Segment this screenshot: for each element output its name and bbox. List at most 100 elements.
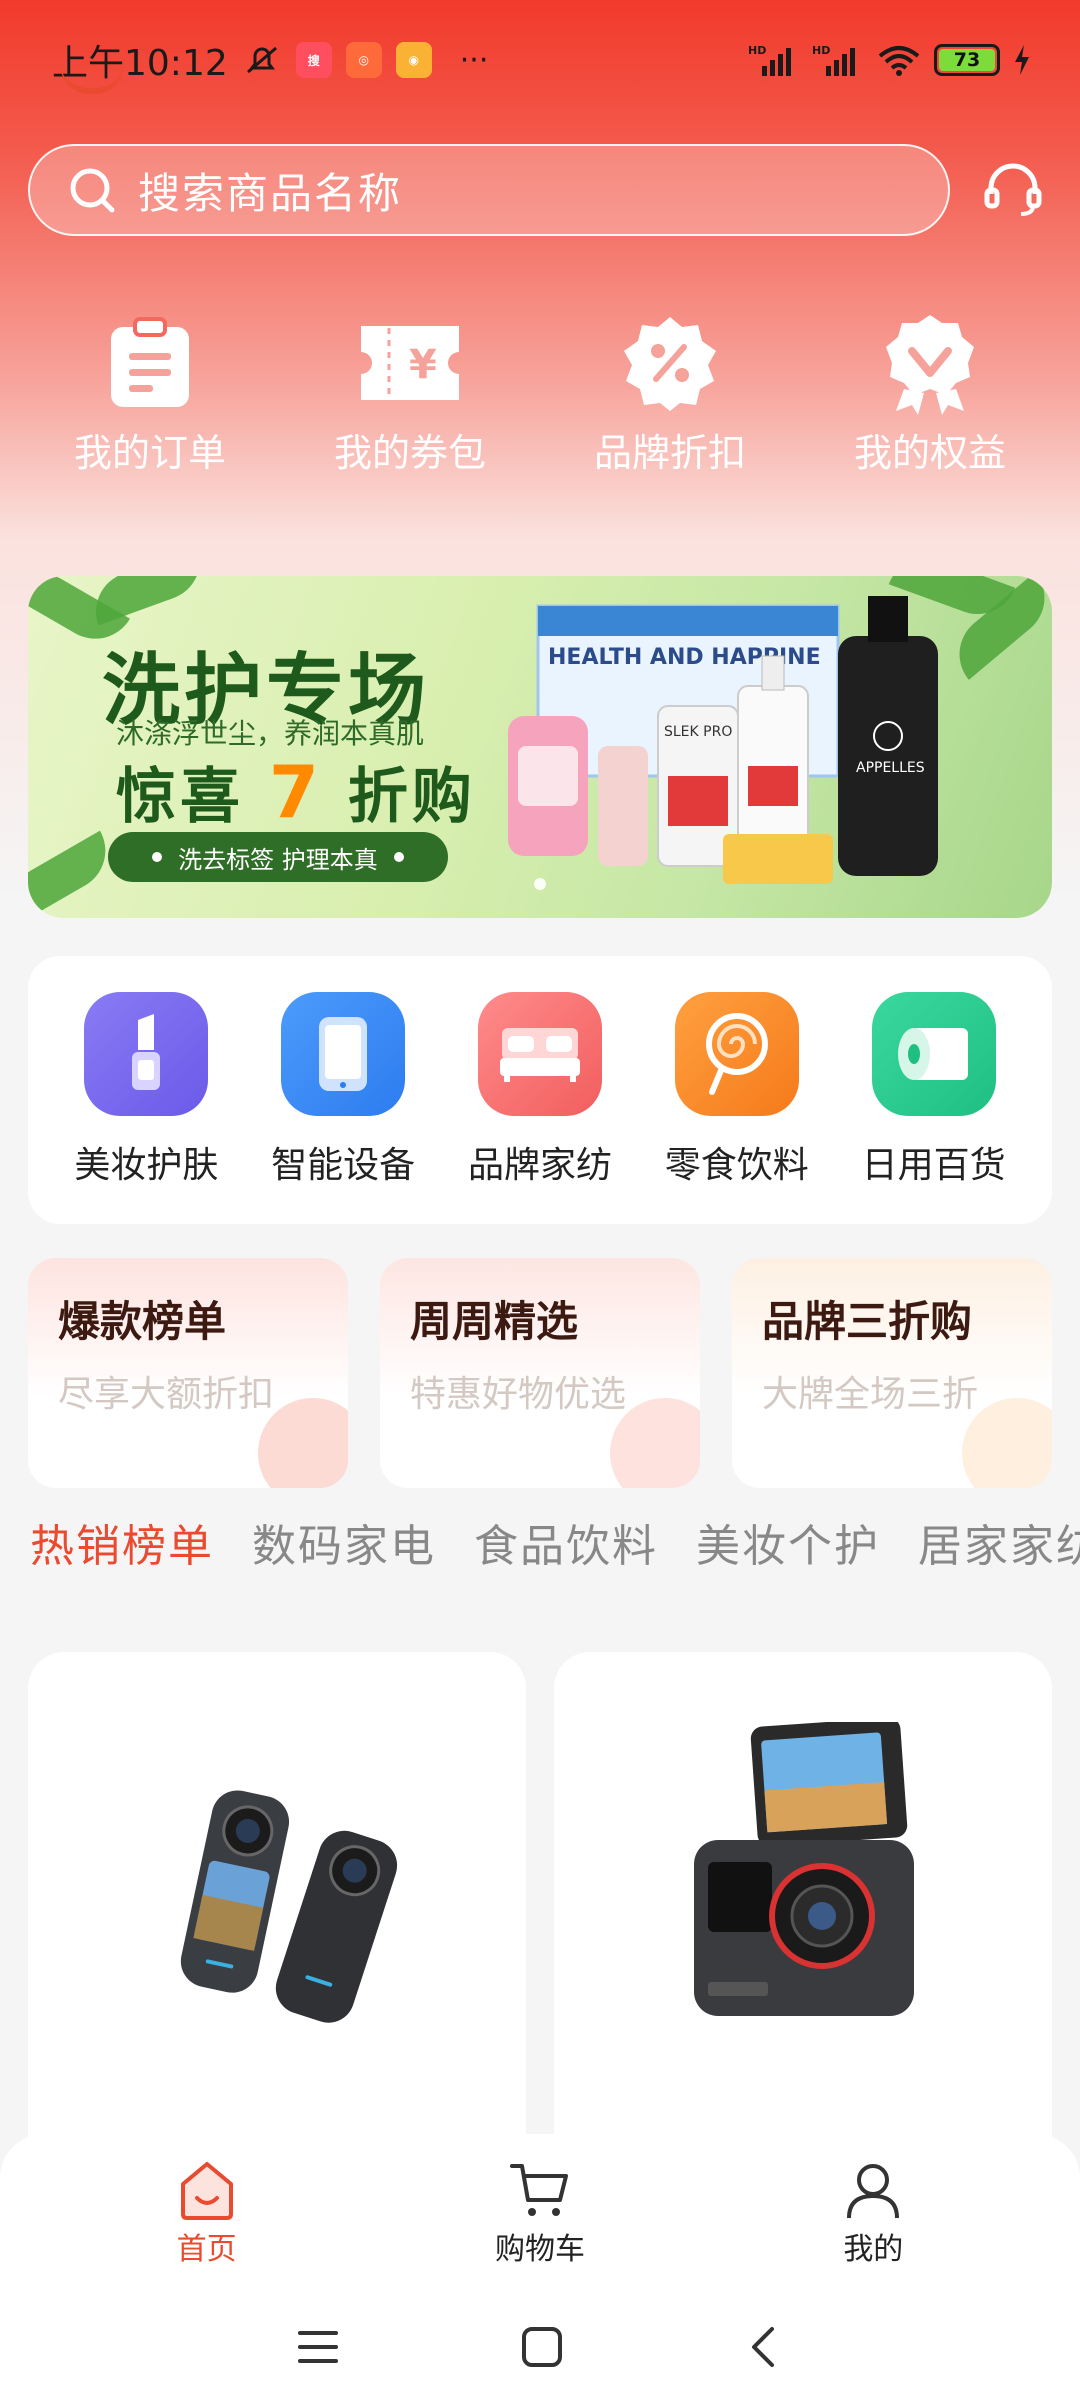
- quick-entry-discount[interactable]: 品牌折扣: [580, 310, 760, 477]
- promo-card-brand-sale[interactable]: 品牌三折购 大牌全场三折: [732, 1258, 1052, 1488]
- quick-entry-label: 我的券包: [333, 431, 486, 475]
- pill-dot: [393, 852, 404, 862]
- product-name: Insta360 Ace Pro: [554, 1652, 555, 1653]
- product-name: Insta360 X4: [28, 1652, 29, 1653]
- search-app-icon: 搜: [295, 42, 332, 78]
- battery-indicator: 73: [934, 44, 1000, 76]
- cart-icon: [509, 2164, 568, 2216]
- category-tabs: 热销榜单 数码家电 食品饮料 美妆个护 居家家纺: [30, 1510, 1080, 1574]
- status-bar: 上午10:12 搜 ◎ ◉ ··· HD HD 73: [0, 0, 1080, 120]
- promo-banner[interactable]: 洗护专场 沐涤浮世尘，养润本真肌 惊喜 7 折购 洗去标签 护理本真 HEALT…: [28, 576, 1052, 918]
- category-beauty[interactable]: 美妆护肤: [56, 992, 236, 1188]
- wifi-icon: [878, 46, 920, 76]
- quick-entry-label: 我的权益: [853, 431, 1006, 475]
- bed-icon: [477, 992, 602, 1116]
- category-home-textile[interactable]: 品牌家纺: [450, 992, 630, 1188]
- promo-title: 周周精选: [410, 1297, 579, 1346]
- banner-subtitle: 沐涤浮世尘，养润本真肌: [116, 717, 425, 750]
- benefit-icon: [875, 310, 985, 416]
- promo-card-weekly-picks[interactable]: 周周精选 特惠好物优选: [380, 1258, 700, 1488]
- signal-icon: HD: [748, 44, 791, 76]
- promo-card-hot-list[interactable]: 爆款榜单 尽享大额折扣: [28, 1258, 348, 1488]
- banner-pagination: [28, 878, 1052, 890]
- banner-deal-number: 7: [268, 750, 323, 834]
- lipstick-icon: [84, 992, 209, 1116]
- home-icon: [180, 2162, 233, 2220]
- quick-entry-benefits[interactable]: 我的权益: [840, 310, 1020, 477]
- category-label: 品牌家纺: [467, 1145, 612, 1186]
- product-card[interactable]: Insta360 Ace Pro: [554, 1652, 1052, 2212]
- tab-home-textile[interactable]: 居家家纺: [918, 1510, 1080, 1574]
- search-row: 搜索商品名称: [28, 144, 1052, 236]
- search-placeholder: 搜索商品名称: [138, 168, 403, 218]
- promo-title: 爆款榜单: [58, 1297, 227, 1346]
- customer-service-button[interactable]: [978, 155, 1048, 225]
- banner-deal-suffix: 折购: [347, 762, 476, 832]
- category-card: 美妆护肤 智能设备 品牌家纺 零食饮料 日用百货: [28, 956, 1052, 1224]
- banner-product-image: HEALTH AND HAPPINE SLEK PRO APPELLES: [508, 596, 938, 884]
- category-snacks[interactable]: 零食饮料: [647, 992, 827, 1188]
- leaf-decoration: [84, 576, 212, 626]
- svg-text:SLEK PRO: SLEK PRO: [664, 724, 732, 740]
- order-icon: [95, 310, 205, 416]
- charging-icon: [1015, 45, 1029, 75]
- banner-dot: [534, 878, 546, 890]
- tab-digital-appliances[interactable]: 数码家电: [252, 1510, 436, 1574]
- product-card[interactable]: Insta360 X4: [28, 1652, 526, 2212]
- tab-food-drinks[interactable]: 食品饮料: [474, 1510, 658, 1574]
- quick-entry-coupons[interactable]: ¥ 我的券包: [320, 310, 500, 477]
- tab-hot-sales[interactable]: 热销榜单: [30, 1510, 214, 1574]
- product-image: [694, 1722, 914, 2016]
- category-smart-devices[interactable]: 智能设备: [253, 992, 433, 1188]
- category-label: 日用百货: [861, 1145, 1006, 1186]
- signal-icon-2: HD: [812, 44, 855, 76]
- promo-title: 品牌三折购: [762, 1297, 973, 1346]
- quick-entry-orders[interactable]: 我的订单: [60, 310, 240, 477]
- svg-text:APPELLES: APPELLES: [856, 760, 925, 776]
- promo-cards: 爆款榜单 尽享大额折扣 周周精选 特惠好物优选 品牌三折购 大牌全场三折: [28, 1258, 1052, 1488]
- banner-pill: 洗去标签 护理本真: [108, 832, 448, 882]
- svg-text:HD: HD: [812, 44, 830, 57]
- leaf-decoration: [28, 830, 120, 918]
- svg-text:HD: HD: [748, 44, 766, 57]
- svg-text:¥: ¥: [409, 342, 437, 388]
- system-navigation-bar: [0, 2294, 1080, 2400]
- category-label: 零食饮料: [664, 1145, 809, 1186]
- back-icon[interactable]: [744, 2325, 784, 2369]
- category-label: 智能设备: [271, 1145, 416, 1186]
- weibo-icon: ◉: [395, 42, 432, 78]
- more-notifications-icon: ···: [459, 42, 489, 78]
- home-square-icon[interactable]: [520, 2325, 564, 2369]
- banner-pill-text: 洗去标签 护理本真: [178, 845, 378, 874]
- tissue-icon: [871, 992, 996, 1116]
- lollipop-icon: [674, 992, 799, 1116]
- quick-entries: 我的订单 ¥ 我的券包 品牌折扣 我的权益: [60, 310, 1020, 477]
- category-label: 美妆护肤: [74, 1145, 219, 1186]
- bottom-navigation: 首页 购物车 我的: [0, 2134, 1080, 2294]
- quick-entry-label: 品牌折扣: [593, 431, 746, 475]
- search-icon: [70, 168, 115, 213]
- coupon-icon: ¥: [355, 310, 465, 416]
- mute-bell-icon: [246, 46, 277, 74]
- nav-label: 首页: [176, 2232, 237, 2267]
- nav-label: 购物车: [494, 2232, 585, 2267]
- headset-icon: [984, 163, 1042, 216]
- battery-level: 73: [939, 49, 995, 71]
- tab-beauty-care[interactable]: 美妆个护: [696, 1510, 880, 1574]
- menu-icon[interactable]: [296, 2327, 340, 2367]
- search-input[interactable]: 搜索商品名称: [28, 144, 950, 236]
- discount-icon: [615, 310, 725, 416]
- nav-profile[interactable]: 我的: [773, 2160, 973, 2268]
- category-daily-goods[interactable]: 日用百货: [844, 992, 1024, 1188]
- phone-icon: [281, 992, 406, 1116]
- banner-deal: 惊喜 7 折购: [116, 748, 476, 835]
- product-image: [180, 1790, 398, 2023]
- banner-deal-prefix: 惊喜: [116, 762, 244, 832]
- quick-entry-label: 我的订单: [73, 431, 226, 475]
- user-icon: [847, 2164, 900, 2219]
- nav-label: 我的: [843, 2232, 904, 2267]
- nav-home[interactable]: 首页: [107, 2160, 307, 2268]
- app-notification-icon: ◎: [345, 42, 382, 78]
- nav-cart[interactable]: 购物车: [440, 2160, 640, 2268]
- pill-dot: [152, 852, 163, 862]
